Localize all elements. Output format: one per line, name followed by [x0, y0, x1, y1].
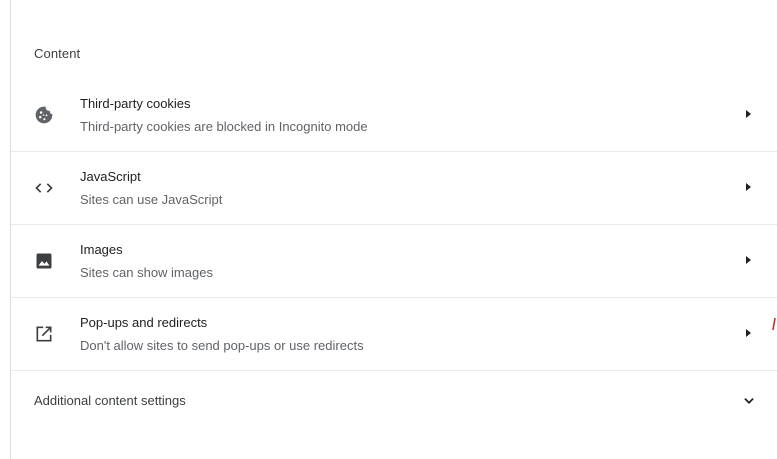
arrow-right-icon: [746, 110, 751, 118]
additional-content-settings-expander[interactable]: Additional content settings: [11, 372, 777, 424]
row-javascript[interactable]: JavaScript Sites can use JavaScript: [11, 152, 777, 225]
open-in-new-icon: [34, 324, 54, 344]
chevron-down-icon: [742, 394, 756, 408]
row-popups-redirects[interactable]: Pop-ups and redirects Don't allow sites …: [11, 298, 777, 371]
row-label: JavaScript: [80, 169, 141, 184]
arrow-right-icon: [746, 329, 751, 337]
cookie-icon: [34, 105, 54, 125]
row-images[interactable]: Images Sites can show images: [11, 225, 777, 298]
row-label: Third-party cookies: [80, 96, 191, 111]
section-title: Content: [34, 46, 81, 61]
arrow-right-icon: [746, 183, 751, 191]
row-label: Images: [80, 242, 123, 257]
row-sublabel: Third-party cookies are blocked in Incog…: [80, 119, 368, 134]
row-label: Pop-ups and redirects: [80, 315, 208, 330]
row-third-party-cookies[interactable]: Third-party cookies Third-party cookies …: [11, 79, 777, 152]
row-sublabel: Sites can show images: [80, 265, 213, 280]
expander-label: Additional content settings: [34, 393, 186, 408]
content-settings-panel: Content Third-party cookies Third-party …: [11, 0, 777, 459]
row-sublabel: Sites can use JavaScript: [80, 192, 223, 207]
arrow-right-icon: [746, 256, 751, 264]
image-icon: [34, 251, 54, 271]
row-sublabel: Don't allow sites to send pop-ups or use…: [80, 338, 364, 353]
code-icon: [34, 178, 54, 198]
edge-mark: [772, 318, 776, 330]
